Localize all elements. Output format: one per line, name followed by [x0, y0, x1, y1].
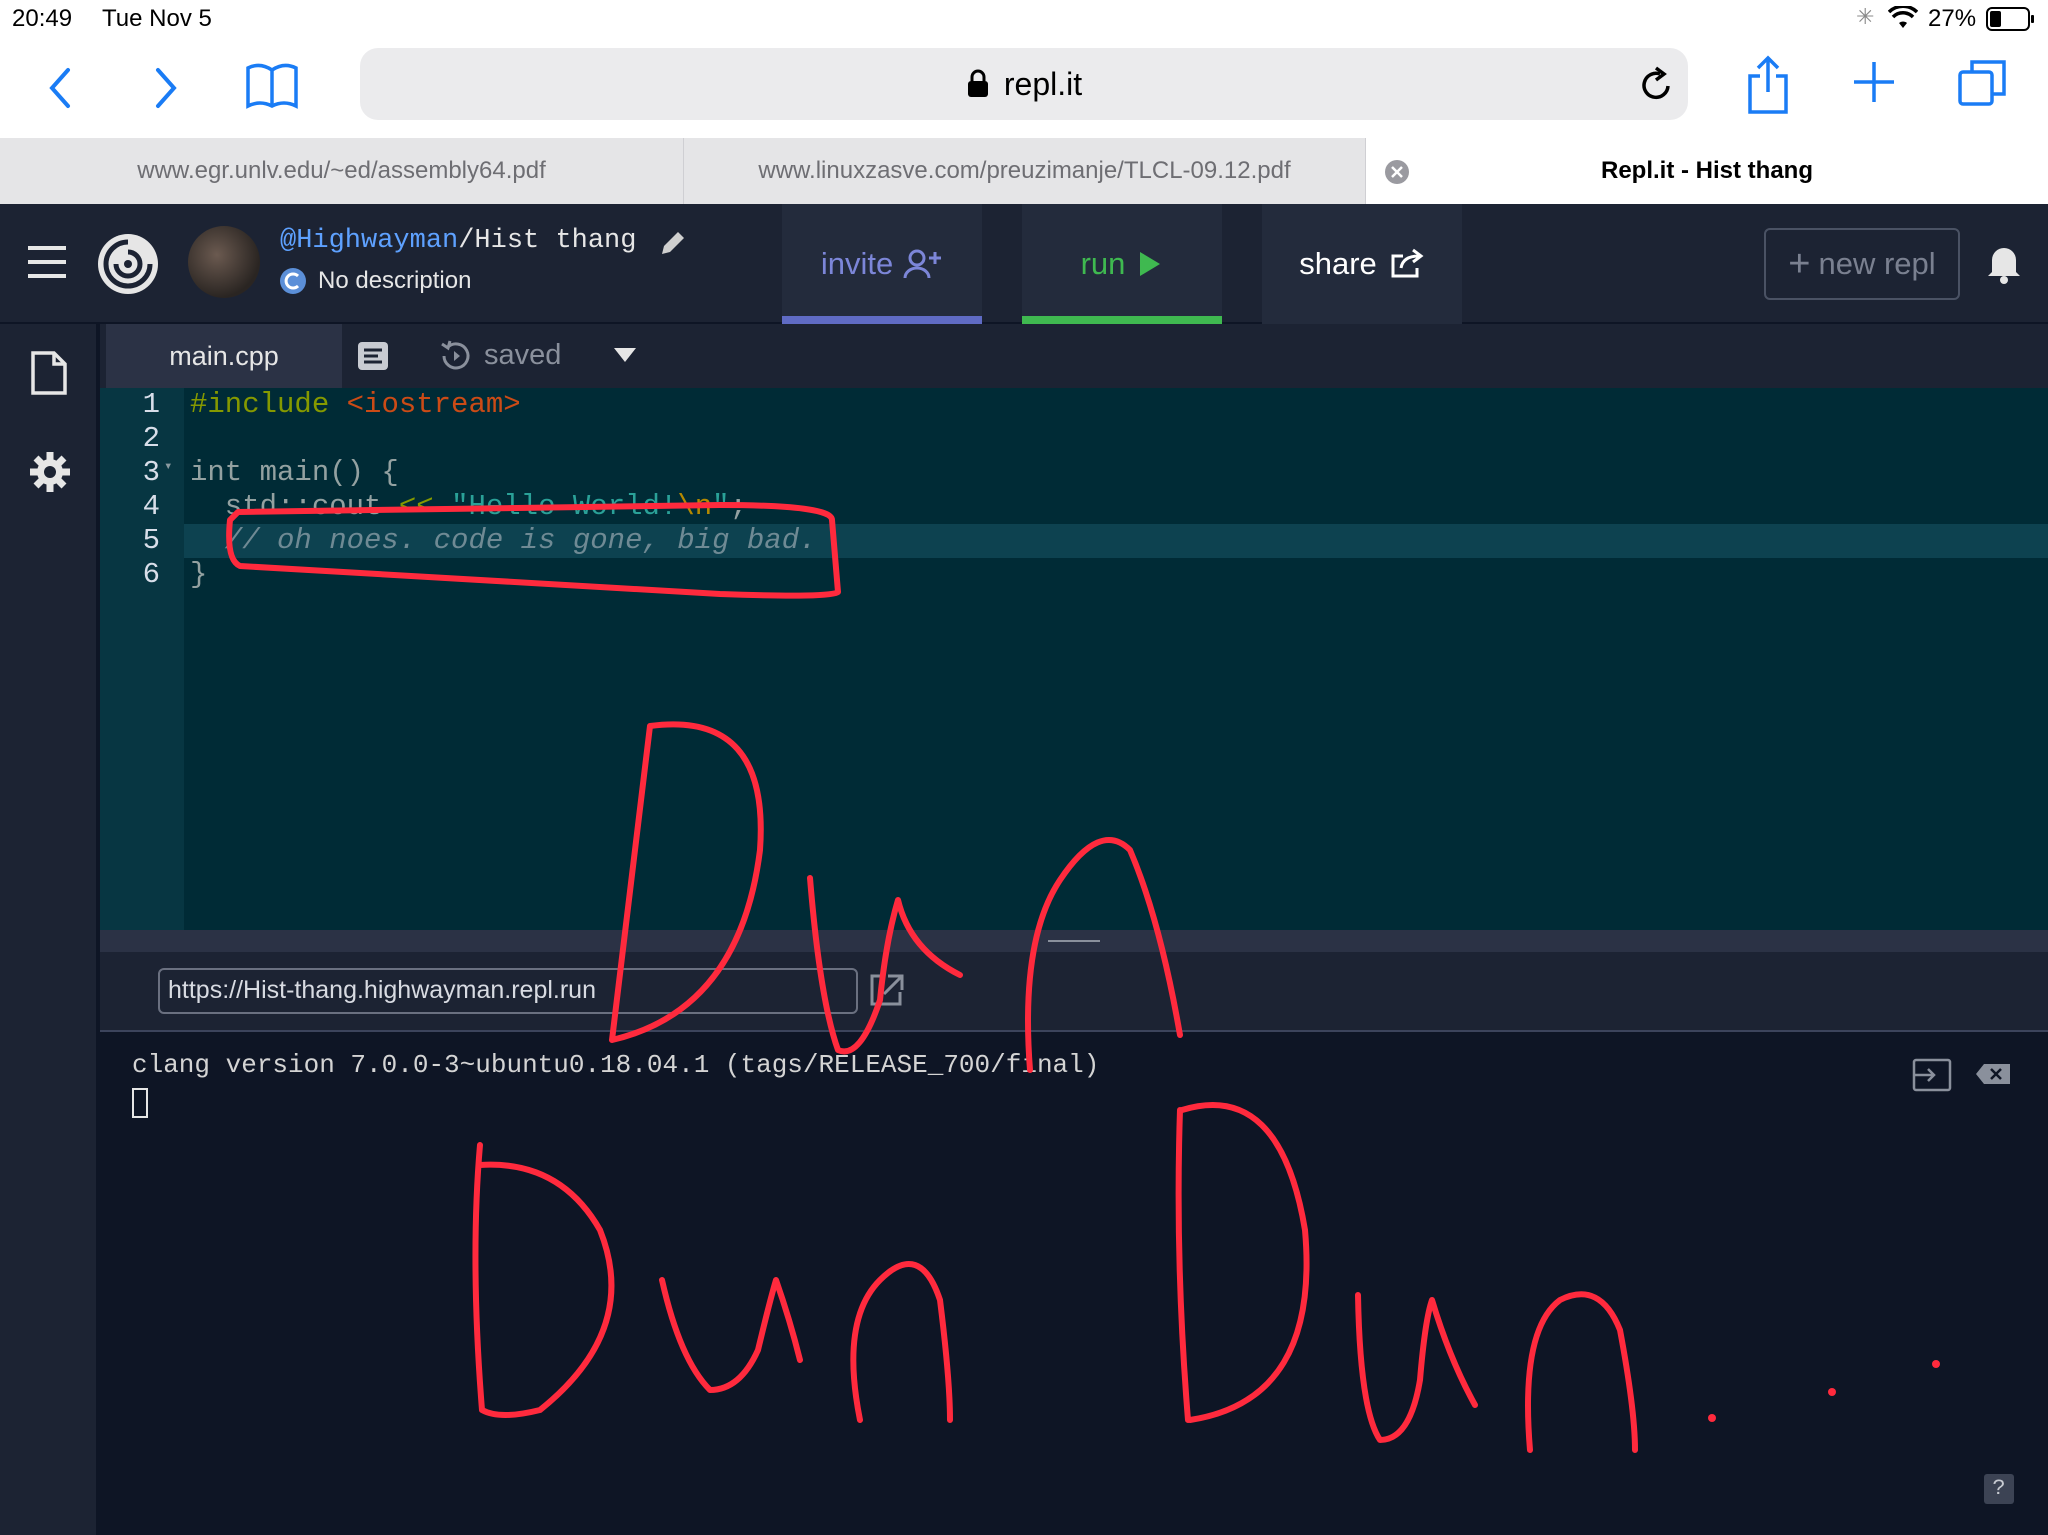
plus-icon: +	[1788, 242, 1811, 285]
reload-icon[interactable]	[1638, 66, 1674, 104]
invite-button[interactable]: invite	[782, 204, 982, 324]
run-label: run	[1080, 246, 1126, 281]
code-line-comment: // oh noes. code is gone, big bad.	[190, 524, 817, 557]
ios-status-bar: 20:49 Tue Nov 5 ✳ 27%	[0, 0, 2048, 38]
save-status: saved	[484, 339, 562, 371]
directive-token: #include	[190, 388, 330, 421]
wifi-icon	[1888, 6, 1918, 28]
line-number: 6	[142, 558, 160, 591]
repl-title: @Highwayman/Hist thang	[280, 226, 636, 256]
browser-tab-active[interactable]: Repl.it - Hist thang	[1366, 138, 2048, 204]
share-button[interactable]: share	[1262, 204, 1462, 324]
help-icon[interactable]: ?	[1984, 1474, 2014, 1504]
edit-pencil-icon[interactable]	[658, 228, 688, 258]
line-number: 5	[142, 524, 160, 557]
repl-description[interactable]: No description	[318, 267, 471, 295]
file-tab-main-cpp[interactable]: main.cpp	[106, 324, 342, 388]
browser-tab-title: Repl.it - Hist thang	[1601, 157, 1813, 184]
console-output-line: clang version 7.0.0-3~ubuntu0.18.04.1 (t…	[132, 1050, 1100, 1080]
new-repl-button[interactable]: + new repl	[1764, 228, 1960, 300]
open-in-new-tab-icon[interactable]	[868, 972, 906, 1008]
address-bar[interactable]: repl.it	[360, 48, 1688, 120]
line-number: 3	[142, 456, 160, 489]
history-icon[interactable]	[438, 338, 474, 374]
code-line: std::cout << "Hello World!\n";	[190, 490, 747, 523]
format-code-icon[interactable]	[356, 340, 390, 372]
browser-tab-title: www.egr.unlv.edu/~ed/assembly64.pdf	[137, 157, 546, 184]
play-icon	[1140, 252, 1161, 276]
replit-logo-icon[interactable]	[96, 232, 160, 296]
header-token: <iostream>	[346, 388, 521, 421]
pane-splitter[interactable]	[100, 930, 2048, 952]
battery-percent: 27%	[1928, 5, 1977, 32]
browser-tab[interactable]: www.linuxzasve.com/preuzimanje/TLCL-09.1…	[684, 138, 1366, 204]
bookmarks-icon[interactable]	[244, 58, 300, 114]
console-panel[interactable]: clang version 7.0.0-3~ubuntu0.18.04.1 (t…	[100, 1032, 2048, 1535]
line-number: 2	[142, 422, 160, 455]
line-number: 1	[142, 388, 160, 421]
line-number: 4	[142, 490, 160, 523]
notifications-bell-icon[interactable]	[1986, 242, 2022, 284]
address-text: repl.it	[1003, 65, 1083, 102]
close-tab-icon[interactable]	[1384, 159, 1410, 185]
chevron-down-icon[interactable]	[612, 346, 638, 364]
file-tab-label: main.cpp	[169, 340, 279, 371]
settings-gear-icon[interactable]	[28, 450, 72, 494]
share-arrow-icon	[1391, 248, 1424, 278]
invite-label: invite	[820, 246, 894, 281]
add-user-icon	[903, 249, 942, 279]
clear-console-icon[interactable]	[1974, 1062, 2012, 1086]
sidebar	[0, 324, 98, 1535]
share-icon[interactable]	[1744, 54, 1792, 116]
repl-header: @Highwayman/Hist thang No description in…	[0, 204, 2048, 324]
new-tab-icon[interactable]	[1852, 60, 1896, 104]
safari-tab-strip: www.egr.unlv.edu/~ed/assembly64.pdf www.…	[0, 138, 2048, 204]
cpp-language-icon	[280, 268, 306, 294]
tabs-overview-icon[interactable]	[1956, 56, 2010, 110]
menu-hamburger-icon[interactable]	[26, 244, 68, 280]
code-line: #include <iostream>	[190, 388, 521, 421]
webview-url-strip: https://Hist-thang.highwayman.repl.run	[100, 952, 2048, 1032]
share-label: share	[1299, 246, 1377, 281]
editor-tab-bar: main.cpp saved	[100, 324, 2048, 388]
fold-arrow-icon[interactable]: ▾	[164, 458, 172, 475]
console-cursor	[132, 1088, 148, 1118]
code-line: }	[190, 558, 208, 591]
browser-tab[interactable]: www.egr.unlv.edu/~ed/assembly64.pdf	[0, 138, 684, 204]
activity-spinner-icon: ✳	[1856, 4, 1875, 29]
new-repl-label: new repl	[1818, 246, 1936, 281]
files-icon[interactable]	[30, 350, 68, 396]
code-line: int main() {	[190, 456, 399, 489]
avatar[interactable]	[188, 226, 260, 298]
status-date: Tue Nov 5	[102, 5, 212, 32]
status-time: 20:49	[12, 5, 73, 32]
console-input-icon[interactable]	[1912, 1058, 1952, 1092]
browser-tab-title: www.linuxzasve.com/preuzimanje/TLCL-09.1…	[758, 157, 1291, 184]
splitter-grip	[1048, 940, 1100, 942]
battery-icon	[1986, 7, 2034, 31]
repl-name[interactable]: /Hist thang	[458, 226, 636, 256]
safari-toolbar: repl.it	[0, 38, 2048, 138]
forward-arrow-icon[interactable]	[146, 64, 186, 112]
webview-url-field[interactable]: https://Hist-thang.highwayman.repl.run	[158, 968, 858, 1014]
lock-icon	[967, 69, 988, 97]
repl-owner-link[interactable]: @Highwayman	[280, 226, 458, 256]
code-editor[interactable]: 1 2 3 ▾ 4 5 6 #include <iostream> int ma…	[100, 388, 2048, 930]
run-button[interactable]: run	[1022, 204, 1222, 324]
back-arrow-icon[interactable]	[40, 64, 80, 112]
